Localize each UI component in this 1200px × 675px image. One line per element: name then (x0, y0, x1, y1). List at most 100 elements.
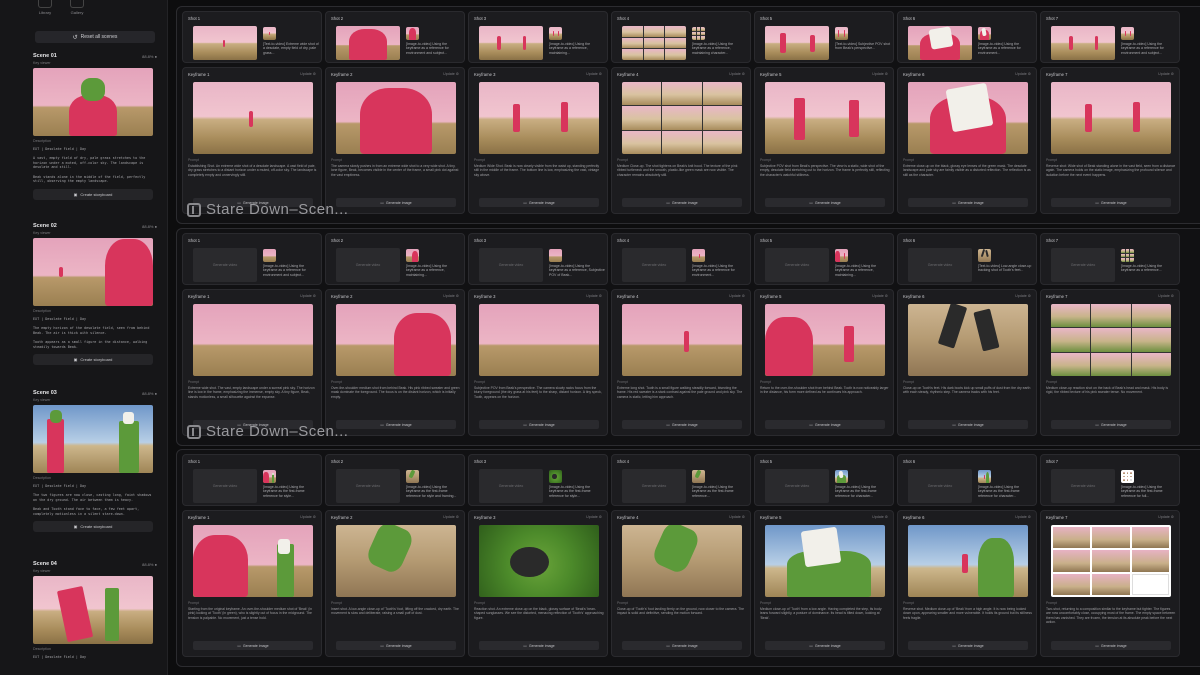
shot-card[interactable]: Shot 2 Generate video [Image-to-video] U… (325, 233, 465, 285)
generate-video-placeholder[interactable]: Generate video (622, 469, 686, 503)
update-button[interactable]: Update ⚙ (1158, 294, 1174, 299)
shot-card[interactable]: Shot 5 Generate video [Image-to-video] U… (754, 233, 894, 285)
generate-video-placeholder[interactable]: Generate video (193, 248, 257, 282)
shot-card[interactable]: Shot 7 Generate video [Image-to-video] U… (1040, 454, 1180, 506)
update-button[interactable]: Update ⚙ (586, 515, 602, 520)
shot-card[interactable]: Shot 5 Generate video [Image-to-video] U… (754, 454, 894, 506)
update-button[interactable]: Update ⚙ (729, 515, 745, 520)
shot-reference-thumbnail[interactable] (406, 249, 419, 262)
shot-reference-thumbnail[interactable] (549, 249, 562, 262)
shot-card[interactable]: Shot 7 [Image-to-video] Using the keyfra… (1040, 11, 1180, 63)
keyframe-image[interactable] (1051, 82, 1171, 154)
update-button[interactable]: Update ⚙ (729, 294, 745, 299)
generate-image-button[interactable]: ▭ Generate image (765, 198, 885, 207)
keyframe-image[interactable] (622, 82, 742, 154)
shot-reference-thumbnail[interactable] (549, 470, 562, 483)
scene-thumbnail[interactable] (33, 405, 153, 473)
shot-card[interactable]: Shot 2 [Image-to-video] Using the keyfra… (325, 11, 465, 63)
generate-image-button[interactable]: ▭ Generate image (1051, 420, 1171, 429)
shot-card[interactable]: Shot 6 Generate video [Image-to-video] U… (897, 454, 1037, 506)
update-button[interactable]: Update ⚙ (586, 72, 602, 77)
shot-video-thumbnail[interactable] (336, 26, 400, 60)
update-button[interactable]: Update ⚙ (872, 294, 888, 299)
shot-video-thumbnail[interactable] (765, 26, 829, 60)
shot-card[interactable]: Shot 7 Generate video [Image-to-video] U… (1040, 233, 1180, 285)
shot-card[interactable]: Shot 2 Generate video [Image-to-video] U… (325, 454, 465, 506)
scene-thumbnail[interactable] (33, 576, 153, 644)
create-storyboard-button[interactable]: ▣ Create storyboard (33, 188, 153, 200)
keyframe-image[interactable] (622, 525, 742, 597)
keyframe-card[interactable]: Keyframe 4 Update ⚙ Prompt Medium Close-… (611, 67, 751, 214)
update-button[interactable]: Update ⚙ (1015, 515, 1031, 520)
shot-card[interactable]: Shot 3 [Image-to-video] Using the keyfra… (468, 11, 608, 63)
shot-reference-thumbnail[interactable] (692, 27, 705, 40)
shot-reference-thumbnail[interactable] (406, 27, 419, 40)
update-button[interactable]: Update ⚙ (729, 72, 745, 77)
generate-video-placeholder[interactable]: Generate video (479, 469, 543, 503)
generate-image-button[interactable]: ▭ Generate image (1051, 198, 1171, 207)
generate-image-button[interactable]: ▭ Generate image (1051, 641, 1171, 650)
shot-reference-thumbnail[interactable] (692, 249, 705, 262)
keyframe-image[interactable] (336, 82, 456, 154)
keyframe-image[interactable] (193, 304, 313, 376)
keyframe-card[interactable]: Keyframe 1 Update ⚙ Prompt Establishing … (182, 67, 322, 214)
generate-video-placeholder[interactable]: Generate video (1051, 248, 1115, 282)
generate-video-placeholder[interactable]: Generate video (765, 248, 829, 282)
keyframe-image[interactable] (336, 304, 456, 376)
keyframe-card[interactable]: Keyframe 1 Update ⚙ Prompt Extreme wide … (182, 289, 322, 436)
shot-reference-thumbnail[interactable] (263, 249, 276, 262)
keyframe-card[interactable]: Keyframe 3 Update ⚙ Prompt Reaction shot… (468, 510, 608, 657)
shot-video-thumbnail[interactable] (1051, 26, 1115, 60)
shot-video-thumbnail[interactable] (193, 26, 257, 60)
keyframe-card[interactable]: Keyframe 4 Update ⚙ Prompt Close-up of '… (611, 510, 751, 657)
keyframe-image[interactable] (1051, 304, 1171, 376)
scene-thumbnail[interactable] (33, 68, 153, 136)
keyframe-card[interactable]: Keyframe 5 Update ⚙ Prompt Subjective PO… (754, 67, 894, 214)
keyframe-image[interactable] (908, 525, 1028, 597)
update-button[interactable]: Update ⚙ (1158, 72, 1174, 77)
create-storyboard-button[interactable]: ▣ Create storyboard (33, 354, 153, 366)
shot-reference-thumbnail[interactable] (978, 470, 991, 483)
update-button[interactable]: Update ⚙ (586, 294, 602, 299)
shot-card[interactable]: Shot 5 [Text-to-video] Subjective POV sh… (754, 11, 894, 63)
shot-reference-thumbnail[interactable] (835, 470, 848, 483)
update-button[interactable]: Update ⚙ (443, 515, 459, 520)
shot-card[interactable]: Shot 1 [Text-to-video] Extreme wide shot… (182, 11, 322, 63)
shot-reference-thumbnail[interactable] (1121, 27, 1134, 40)
keyframe-card[interactable]: Keyframe 6 Update ⚙ Prompt Extreme close… (897, 67, 1037, 214)
keyframe-card[interactable]: Keyframe 7 Update ⚙ Prompt Medium close-… (1040, 289, 1180, 436)
shot-card[interactable]: Shot 3 Generate video [Image-to-video] U… (468, 454, 608, 506)
generate-video-placeholder[interactable]: Generate video (765, 469, 829, 503)
keyframe-image[interactable] (479, 525, 599, 597)
generate-video-placeholder[interactable]: Generate video (193, 469, 257, 503)
generate-video-placeholder[interactable]: Generate video (336, 248, 400, 282)
keyframe-card[interactable]: Keyframe 5 Update ⚙ Prompt Return to the… (754, 289, 894, 436)
update-button[interactable]: Update ⚙ (443, 72, 459, 77)
shot-video-thumbnail[interactable] (622, 26, 686, 60)
keyframe-image[interactable] (765, 525, 885, 597)
create-storyboard-button[interactable]: ▣ Create storyboard (33, 521, 153, 533)
scene-block[interactable]: Scene 03 88.8% ● Key viewer Description … (33, 389, 157, 533)
keyframe-image[interactable] (479, 82, 599, 154)
scene-thumbnail[interactable] (33, 238, 153, 306)
generate-image-button[interactable]: ▭ Generate image (765, 420, 885, 429)
generate-image-button[interactable]: ▭ Generate image (336, 420, 456, 429)
keyframe-image[interactable] (1051, 525, 1171, 597)
shot-card[interactable]: Shot 4 Generate video [Image-to-video] U… (611, 233, 751, 285)
keyframe-image[interactable] (908, 304, 1028, 376)
keyframe-image[interactable] (622, 304, 742, 376)
keyframe-image[interactable] (336, 525, 456, 597)
keyframe-card[interactable]: Keyframe 7 Update ⚙ Prompt Reverse shot:… (1040, 67, 1180, 214)
update-button[interactable]: Update ⚙ (872, 515, 888, 520)
shot-reference-thumbnail[interactable] (263, 27, 276, 40)
shot-reference-thumbnail[interactable] (835, 249, 848, 262)
shot-video-thumbnail[interactable] (908, 26, 972, 60)
generate-image-button[interactable]: ▭ Generate image (765, 641, 885, 650)
shot-reference-thumbnail[interactable] (1121, 470, 1134, 483)
keyframe-image[interactable] (479, 304, 599, 376)
keyframe-card[interactable]: Keyframe 4 Update ⚙ Prompt Extreme long … (611, 289, 751, 436)
generate-image-button[interactable]: ▭ Generate image (336, 198, 456, 207)
shot-reference-thumbnail[interactable] (978, 249, 991, 262)
shot-reference-thumbnail[interactable] (835, 27, 848, 40)
keyframe-image[interactable] (193, 82, 313, 154)
